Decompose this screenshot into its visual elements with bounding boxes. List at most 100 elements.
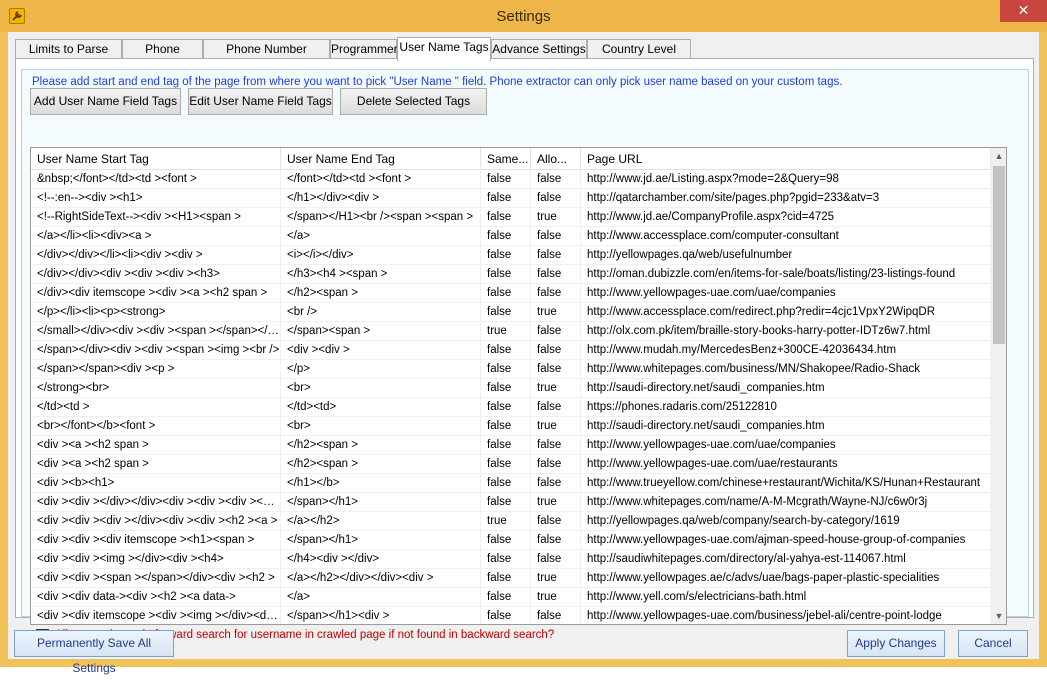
delete-tags-button[interactable]: Delete Selected Tags [340, 88, 487, 115]
page-url-cell: http://www.yellowpages-uae.com/uae/compa… [581, 436, 991, 455]
table-row[interactable]: <div ><div ><img ></div><div ><h4> </h4><… [31, 550, 991, 569]
table-row[interactable]: </div></div><div ><div ><div ><h3> </h3><… [31, 265, 991, 284]
table-row[interactable]: </span></div><div ><div ><span ><img ><b… [31, 341, 991, 360]
allow-cell: true [531, 417, 581, 436]
apply-changes-button[interactable]: Apply Changes [847, 630, 945, 657]
tab-phone-filtering[interactable]: Phone Filtering [122, 39, 203, 74]
end-tag-cell: </span></h1> [281, 493, 481, 512]
end-tag-cell: </span></h1> [281, 531, 481, 550]
allow-cell: false [531, 284, 581, 303]
scroll-down-icon[interactable]: ▼ [991, 608, 1006, 624]
table-row[interactable]: <!--RightSideText--><div ><H1><span > </s… [31, 208, 991, 227]
same-cell: false [481, 284, 531, 303]
same-cell: false [481, 474, 531, 493]
start-tag-cell: </strong><br> [31, 379, 281, 398]
table-row[interactable]: </div></div></li><li><div ><div > <i></i>… [31, 246, 991, 265]
client-area: Limits to Parse URL Phone Filtering Phon… [8, 32, 1039, 675]
same-cell: false [481, 607, 531, 624]
table-row[interactable]: </p></li><li><p><strong> <br /> false true h… [31, 303, 991, 322]
table-row[interactable]: <div ><a ><h2 span > </h2><span > false fal… [31, 436, 991, 455]
start-tag-cell: <!--RightSideText--><div ><H1><span > [31, 208, 281, 227]
end-tag-cell: </h1></div><div > [281, 189, 481, 208]
start-tag-cell: </small></div><div ><div ><span ></span>… [31, 322, 281, 341]
start-tag-cell: <div ><div data-><div ><h2 ><a data-> [31, 588, 281, 607]
close-button[interactable]: ✕ [1000, 0, 1047, 22]
start-tag-cell: <div ><b><h1> [31, 474, 281, 493]
end-tag-cell: <br> [281, 417, 481, 436]
start-tag-cell: <div ><div ><img ></div><div ><h4> [31, 550, 281, 569]
same-cell: false [481, 208, 531, 227]
scroll-up-icon[interactable]: ▲ [991, 148, 1006, 164]
same-cell: false [481, 417, 531, 436]
allow-cell: false [531, 170, 581, 189]
column-header-allow[interactable]: Allo... [531, 148, 581, 170]
tab-user-name-tags[interactable]: User Name Tags [397, 37, 491, 61]
start-tag-cell: <div ><a ><h2 span > [31, 455, 281, 474]
column-header-start-tag[interactable]: User Name Start Tag [31, 148, 281, 170]
column-header-end-tag[interactable]: User Name End Tag [281, 148, 481, 170]
table-row[interactable]: <div ><div ></div></div><div ><div ><div… [31, 493, 991, 512]
table-row[interactable]: <div ><div ><div itemscope ><h1><span > <… [31, 531, 991, 550]
tab-phone-number-validator[interactable]: Phone Number Validator [203, 39, 330, 74]
table-row[interactable]: <br></font></b><font > <br> false true http:… [31, 417, 991, 436]
save-settings-button[interactable]: Permanently Save All Settings [14, 630, 174, 675]
add-tags-button[interactable]: Add User Name Field Tags [30, 88, 181, 115]
tab-advance-settings[interactable]: Advance Settings [491, 39, 587, 59]
end-tag-cell: <br> [281, 379, 481, 398]
same-cell: false [481, 227, 531, 246]
start-tag-cell: </p></li><li><p><strong> [31, 303, 281, 322]
tab-country-level-filters[interactable]: Country Level Filters [587, 39, 691, 74]
same-cell: false [481, 303, 531, 322]
allow-cell: true [531, 303, 581, 322]
table-row[interactable]: &nbsp;</font></td><td ><font > </font></t… [31, 170, 991, 189]
allow-cell: false [531, 455, 581, 474]
tab-programmer[interactable]: Programmer [330, 39, 398, 59]
allow-cell: false [531, 607, 581, 624]
end-tag-cell: </span></h1><div > [281, 607, 481, 624]
table-row[interactable]: </span></span><div ><p > </p> false false ht… [31, 360, 991, 379]
start-tag-cell: <div ><a ><h2 span > [31, 436, 281, 455]
same-cell: false [481, 398, 531, 417]
table-header: User Name Start Tag User Name End Tag Sa… [31, 148, 991, 170]
page-url-cell: http://www.whitepages.com/name/A-M-Mcgra… [581, 493, 991, 512]
scroll-thumb[interactable] [993, 166, 1005, 344]
table-row[interactable]: </a></li><li><div><a > </a> false false http… [31, 227, 991, 246]
same-cell: false [481, 531, 531, 550]
allow-cell: false [531, 550, 581, 569]
start-tag-cell: <!--:en--><div ><h1> [31, 189, 281, 208]
same-cell: false [481, 569, 531, 588]
table-row[interactable]: <div ><div itemscope ><div ><img ></div>… [31, 607, 991, 624]
title-bar[interactable]: Settings ✕ [0, 0, 1047, 32]
table-row[interactable]: <div ><div data-><div ><h2 ><a data-> </a… [31, 588, 991, 607]
start-tag-cell: </td><td > [31, 398, 281, 417]
end-tag-cell: <div ><div > [281, 341, 481, 360]
tab-limits-to-parse-url[interactable]: Limits to Parse URL [15, 39, 122, 74]
start-tag-cell: </span></div><div ><div ><span ><img ><b… [31, 341, 281, 360]
allow-cell: false [531, 531, 581, 550]
page-url-cell: http://yellowpages.qa/web/company/search… [581, 512, 991, 531]
same-cell: false [481, 170, 531, 189]
page-url-cell: http://www.yell.com/s/electricians-bath.… [581, 588, 991, 607]
table-row[interactable]: </strong><br> <br> false true http://saudi-d… [31, 379, 991, 398]
page-url-cell: http://www.yellowpages-uae.com/ajman-spe… [581, 531, 991, 550]
table-row[interactable]: </div><div itemscope ><div ><a ><h2 span… [31, 284, 991, 303]
cancel-button[interactable]: Cancel [958, 630, 1028, 657]
table-row[interactable]: <div ><div ><div ></div><div ><div ><h2 … [31, 512, 991, 531]
table-row[interactable]: </small></div><div ><div ><span ></span>… [31, 322, 991, 341]
same-cell: false [481, 379, 531, 398]
column-header-same[interactable]: Same... [481, 148, 531, 170]
column-header-page-url[interactable]: Page URL [581, 148, 991, 170]
same-cell: false [481, 189, 531, 208]
page-url-cell: http://saudi-directory.net/saudi_compani… [581, 379, 991, 398]
tags-table[interactable]: User Name Start Tag User Name End Tag Sa… [30, 147, 1007, 625]
table-row[interactable]: <div ><div ><span ></span></div><div ><h… [31, 569, 991, 588]
edit-tags-button[interactable]: Edit User Name Field Tags [188, 88, 333, 115]
table-row[interactable]: <div ><b><h1> </h1></b> false false http://w… [31, 474, 991, 493]
vertical-scrollbar[interactable]: ▲ ▼ [991, 148, 1006, 624]
table-row[interactable]: <!--:en--><div ><h1> </h1></div><div > fal… [31, 189, 991, 208]
window-title: Settings [496, 8, 551, 25]
start-tag-cell: <div ><div ><span ></span></div><div ><h… [31, 569, 281, 588]
table-row[interactable]: </td><td > </td><td> false false https://pho… [31, 398, 991, 417]
table-row[interactable]: <div ><a ><h2 span > </h2><span > false fal… [31, 455, 991, 474]
page-url-cell: http://yellowpages.qa/web/usefulnumber [581, 246, 991, 265]
